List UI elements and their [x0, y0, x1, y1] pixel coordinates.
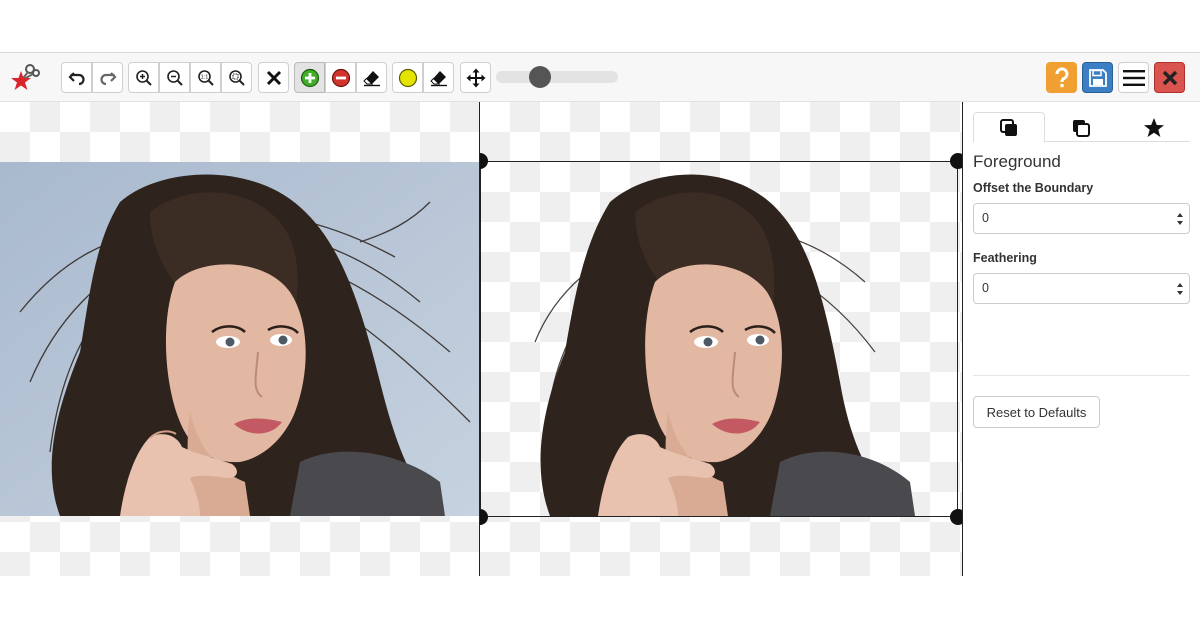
- help-button[interactable]: [1046, 62, 1077, 93]
- tab-foreground[interactable]: [973, 112, 1045, 143]
- zoom-fit-button[interactable]: [221, 62, 252, 93]
- scissors-star-logo-icon: [10, 62, 40, 92]
- layers-filled-icon: [1000, 118, 1017, 136]
- pan-button[interactable]: [460, 62, 491, 93]
- brush-size-slider[interactable]: [496, 66, 618, 88]
- crop-handle-top-right[interactable]: [950, 153, 962, 169]
- redo-button[interactable]: [92, 62, 123, 93]
- hair-eraser-button[interactable]: [423, 62, 454, 93]
- background-marker-button[interactable]: [325, 62, 356, 93]
- undo-arrow-icon: [67, 71, 85, 85]
- yellow-circle-icon: [398, 68, 417, 87]
- panel-title: Foreground: [973, 152, 1061, 171]
- marker-eraser-button[interactable]: [356, 62, 387, 93]
- close-button[interactable]: [1154, 62, 1185, 93]
- zoom-actual-size-button[interactable]: 1:1: [190, 62, 221, 93]
- green-plus-icon: [300, 68, 319, 87]
- zoom-in-icon: [135, 69, 152, 86]
- redo-arrow-icon: [99, 71, 117, 85]
- save-button[interactable]: [1082, 62, 1113, 93]
- zoom-out-icon: [166, 69, 183, 86]
- question-icon: [1054, 66, 1068, 87]
- move-arrows-icon: [466, 68, 485, 87]
- layers-outline-icon: [1073, 119, 1090, 137]
- tab-background[interactable]: [1045, 112, 1117, 143]
- close-x-icon: [266, 70, 281, 85]
- zoom-1to1-icon: 1:1: [197, 69, 214, 86]
- menu-button[interactable]: [1118, 62, 1149, 93]
- floppy-disk-icon: [1088, 68, 1107, 87]
- close-x-icon: [1162, 70, 1177, 85]
- hamburger-menu-icon: [1122, 69, 1145, 86]
- eraser-icon: [362, 70, 380, 86]
- settings-panel: Foreground Offset the Boundary 0 Feather…: [963, 102, 1200, 576]
- red-minus-icon: [331, 68, 350, 87]
- panel-divider-line: [973, 375, 1190, 376]
- spinner-arrows-icon[interactable]: [1176, 282, 1184, 296]
- feathering-value: 0: [982, 281, 989, 295]
- slider-handle[interactable]: [529, 66, 551, 88]
- clear-button[interactable]: [258, 62, 289, 93]
- undo-button[interactable]: [61, 62, 92, 93]
- offset-input[interactable]: 0: [973, 203, 1190, 234]
- offset-label: Offset the Boundary: [973, 181, 1094, 195]
- slider-track[interactable]: [496, 71, 618, 83]
- zoom-in-button[interactable]: [128, 62, 159, 93]
- toolbar: 1:1: [0, 53, 1200, 102]
- panel-tabs: [973, 112, 1190, 143]
- svg-text:1:1: 1:1: [200, 74, 208, 80]
- eraser-icon: [429, 70, 447, 86]
- zoom-fit-icon: [228, 69, 245, 86]
- spinner-arrows-icon[interactable]: [1176, 212, 1184, 226]
- star-icon: [1144, 117, 1164, 137]
- offset-value: 0: [982, 211, 989, 225]
- result-image-canvas[interactable]: [480, 102, 962, 576]
- feathering-label: Feathering: [973, 251, 1037, 265]
- cutout-photo: [480, 162, 958, 516]
- hair-marker-button[interactable]: [392, 62, 423, 93]
- crop-handle-bottom-right[interactable]: [950, 509, 962, 525]
- tab-effects[interactable]: [1118, 112, 1190, 143]
- original-image-canvas[interactable]: [0, 102, 479, 576]
- zoom-out-button[interactable]: [159, 62, 190, 93]
- foreground-marker-button[interactable]: [294, 62, 325, 93]
- original-photo[interactable]: [0, 162, 479, 516]
- background-removal-app: 1:1 Foreground Offset the Boundary 0 Fea…: [0, 52, 1200, 576]
- reset-defaults-button[interactable]: Reset to Defaults: [973, 396, 1100, 428]
- feathering-input[interactable]: 0: [973, 273, 1190, 304]
